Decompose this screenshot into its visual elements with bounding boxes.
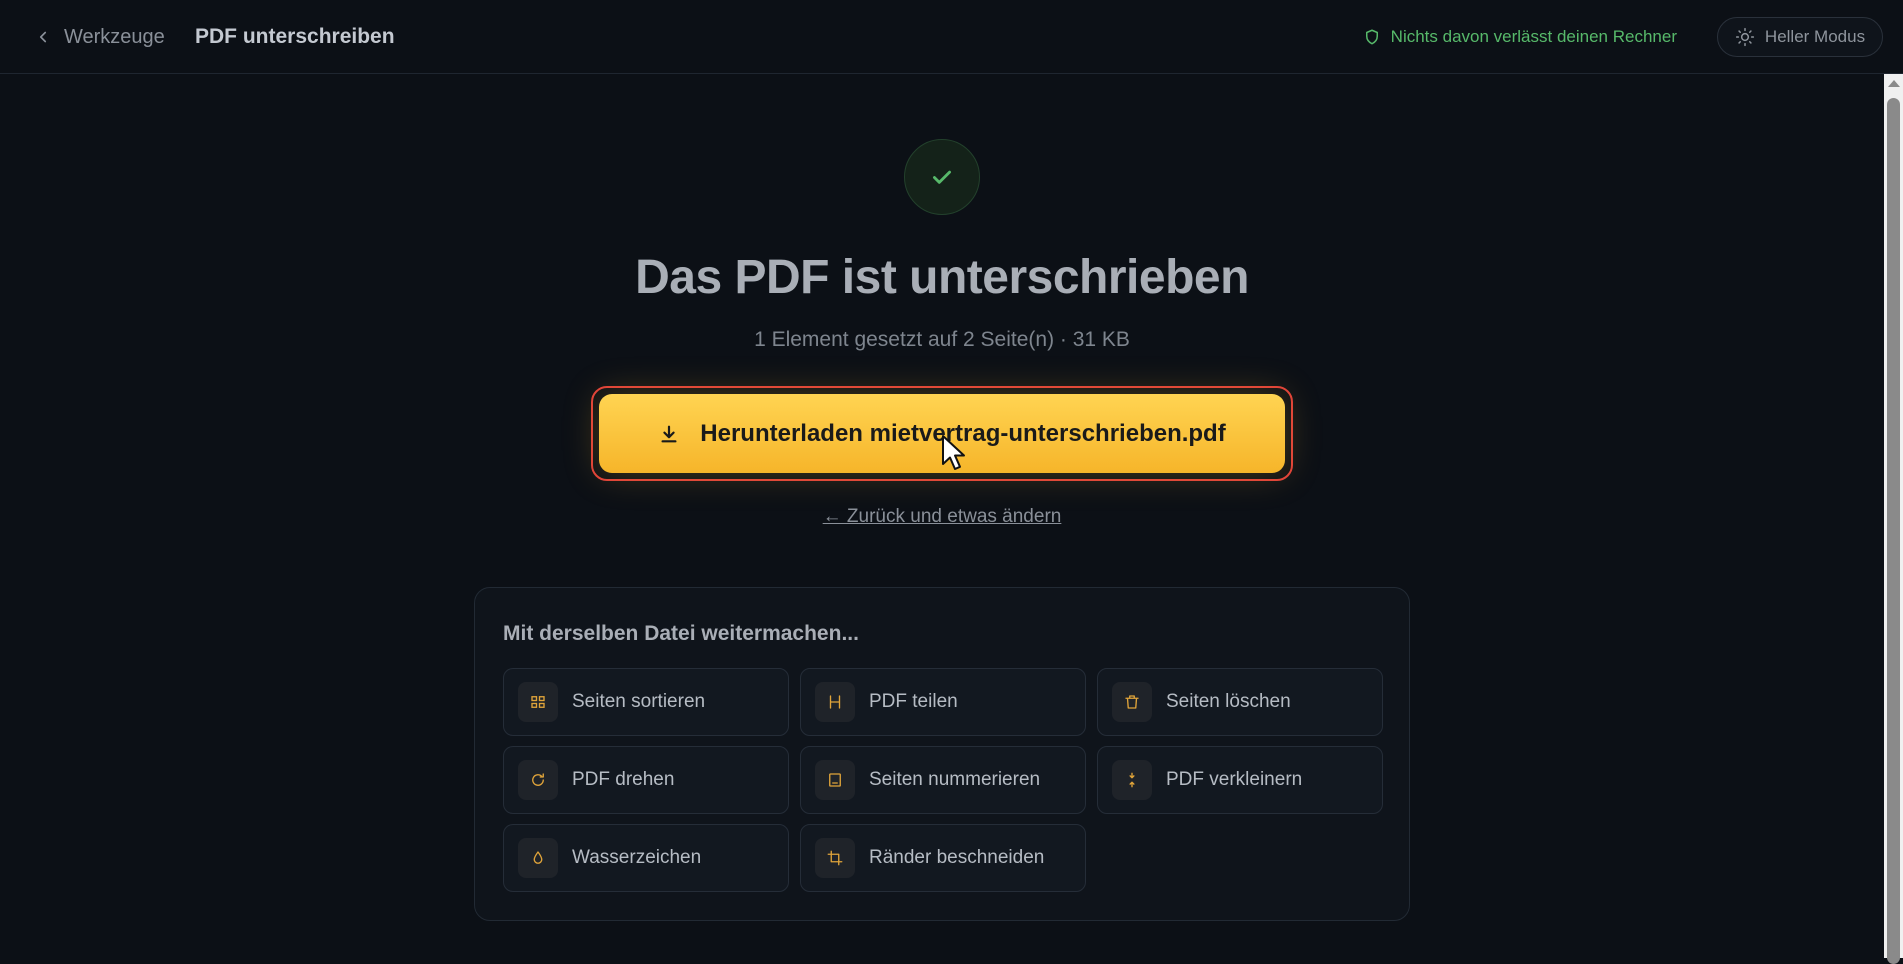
privacy-note: Nichts davon verlässt deinen Rechner [1363, 24, 1677, 50]
privacy-note-text: Nichts davon verlässt deinen Rechner [1390, 27, 1677, 46]
main-content: Das PDF ist unterschrieben 1 Element ges… [0, 74, 1884, 958]
scroll-down-arrow-icon[interactable] [1888, 945, 1900, 952]
compress-icon [1112, 760, 1152, 800]
tool-wasserzeichen[interactable]: Wasserzeichen [503, 824, 789, 892]
sun-icon [1735, 27, 1755, 47]
tool-label: Seiten löschen [1166, 691, 1291, 712]
download-icon [661, 425, 677, 442]
grid-icon [518, 682, 558, 722]
back-and-edit-row: ← Zurück und etwas ändern [0, 506, 1884, 528]
tool-seiten-loeschen[interactable]: Seiten löschen [1097, 668, 1383, 736]
scrollbar-thumb[interactable] [1887, 98, 1900, 964]
crop-icon [815, 838, 855, 878]
continue-title: Mit derselben Datei weitermachen... [503, 622, 859, 645]
result-summary: 1 Element gesetzt auf 2 Seite(n) · 31 KB [754, 328, 1130, 351]
checkmark-icon [933, 170, 951, 184]
shield-icon [1365, 29, 1378, 45]
tool-label: Seiten nummerieren [869, 769, 1041, 790]
tool-label: Seiten sortieren [572, 691, 706, 712]
continue-panel: Mit derselben Datei weitermachen... Seit… [474, 587, 1410, 921]
scroll-up-arrow-icon[interactable] [1888, 80, 1900, 87]
tool-raender-beschneiden[interactable]: Ränder beschneiden [800, 824, 1086, 892]
back-link-label: Werkzeuge [64, 25, 165, 48]
rotate-icon [518, 760, 558, 800]
tool-label: PDF verkleinern [1166, 769, 1303, 790]
split-icon [815, 682, 855, 722]
mouse-cursor-icon [942, 435, 965, 470]
tool-seiten-sortieren[interactable]: Seiten sortieren [503, 668, 789, 736]
trash-icon [1112, 682, 1152, 722]
droplet-icon [518, 838, 558, 878]
tool-label: Ränder beschneiden [869, 847, 1045, 868]
result-headline: Das PDF ist unterschrieben [635, 251, 1249, 304]
back-and-edit-link[interactable]: ← Zurück und etwas ändern [823, 506, 1062, 527]
success-badge [904, 139, 980, 215]
vertical-scrollbar[interactable] [1884, 74, 1903, 964]
page-number-icon [815, 760, 855, 800]
light-mode-button[interactable]: Heller Modus [1717, 17, 1883, 57]
chevron-left-icon [39, 31, 47, 43]
tool-label: Wasserzeichen [572, 847, 702, 868]
light-mode-label: Heller Modus [1764, 27, 1866, 46]
back-to-tools-link[interactable]: Werkzeuge [34, 24, 165, 50]
tool-seiten-nummerieren[interactable]: Seiten nummerieren [800, 746, 1086, 814]
tool-pdf-drehen[interactable]: PDF drehen [503, 746, 789, 814]
page-title: PDF unterschreiben [195, 25, 395, 48]
tools-grid: Seiten sortieren PDF teilen Seiten lösch… [503, 668, 1383, 892]
tool-label: PDF drehen [572, 769, 675, 790]
tool-pdf-teilen[interactable]: PDF teilen [800, 668, 1086, 736]
tool-label: PDF teilen [869, 691, 958, 712]
tool-pdf-verkleinern[interactable]: PDF verkleinern [1097, 746, 1383, 814]
top-bar: Werkzeuge PDF unterschreiben Nichts davo… [0, 0, 1903, 74]
